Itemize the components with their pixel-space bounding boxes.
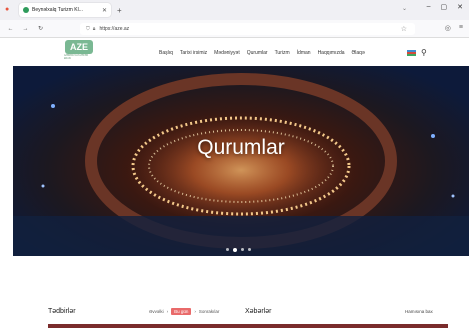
bookmark-star-icon[interactable]: ☆ xyxy=(401,25,407,33)
minimize-icon[interactable]: – xyxy=(427,3,431,11)
content-strip xyxy=(48,324,448,328)
menu-item[interactable]: Qurumlar xyxy=(247,50,268,56)
maximize-icon[interactable]: ▢ xyxy=(441,3,448,11)
events-news-section: Tədbirlər Əvvəlki › Bu gün › Sonrakılar … xyxy=(0,300,469,328)
fireworks-glow xyxy=(121,104,361,224)
browser-tab-bar: ● Beynəlxalq Turizm Kl... ✕ + ⌄ – ▢ ✕ xyxy=(0,0,469,20)
site-logo[interactable]: AZE xyxy=(65,40,93,54)
chevron-right-icon: › xyxy=(194,309,196,314)
filter-next[interactable]: Sonrakılar xyxy=(199,309,220,314)
menu-item[interactable]: İdman xyxy=(297,50,311,56)
menu-item[interactable]: Haqqımızda xyxy=(318,50,345,56)
tab-favicon-icon xyxy=(23,7,29,13)
menu-item[interactable]: Başlıq xyxy=(159,50,173,56)
all-news-link[interactable]: Hamısına bax xyxy=(405,309,433,314)
tab-close-icon[interactable]: ✕ xyxy=(102,7,107,14)
slider-dot[interactable] xyxy=(226,248,229,251)
hero-banner: Qurumlar xyxy=(13,66,469,256)
events-heading: Tədbirlər xyxy=(48,308,76,315)
tab-list-chevron-icon[interactable]: ⌄ xyxy=(402,5,407,12)
browser-tab[interactable]: Beynəlxalq Turizm Kl... ✕ xyxy=(19,3,111,17)
slider-dot-active[interactable] xyxy=(233,247,237,252)
shield-icon[interactable]: ⛉ xyxy=(86,26,90,32)
stage-light xyxy=(51,104,55,108)
stage-light xyxy=(451,194,455,198)
browser-toolbar-right: ◎ ≡ xyxy=(445,24,463,32)
menu-item[interactable]: Tarixi irsimiz xyxy=(180,50,207,56)
hero-image xyxy=(13,73,469,256)
back-arrow-icon[interactable]: ← xyxy=(6,26,15,32)
slider-dot[interactable] xyxy=(241,248,244,251)
close-window-icon[interactable]: ✕ xyxy=(457,3,463,11)
logo-subtitle: AZƏRBAYCAN ZƏFƏR ERASI xyxy=(64,55,89,60)
window-controls: – ▢ ✕ xyxy=(427,3,463,11)
language-flag-icon[interactable] xyxy=(407,50,416,56)
search-icon[interactable]: ⚲ xyxy=(421,48,427,57)
tab-title: Beynəlxalq Turizm Kl... xyxy=(32,7,83,13)
main-menu: Başlıq Tarixi irsimiz Mədəniyyət Qurumla… xyxy=(159,50,365,56)
lock-icon[interactable]: 🔒︎ xyxy=(93,26,96,32)
address-bar[interactable]: ⛉ 🔒︎ https://aze.az ☆ xyxy=(80,23,415,35)
menu-item[interactable]: Turizm xyxy=(275,50,290,56)
slider-dot[interactable] xyxy=(248,248,251,251)
stage-light xyxy=(41,184,45,188)
menu-item[interactable]: Mədəniyyət xyxy=(214,50,240,56)
slider-dots xyxy=(226,247,251,252)
browser-menu-icon[interactable]: ● xyxy=(5,6,13,14)
hero-title: Qurumlar xyxy=(197,136,285,159)
events-filter: Əvvəlki › Bu gün › Sonrakılar xyxy=(149,308,219,315)
reload-icon[interactable]: ↻ xyxy=(36,25,45,32)
new-tab-icon[interactable]: + xyxy=(117,6,122,15)
browser-nav-bar: ← → ↻ ⛉ 🔒︎ https://aze.az ☆ ◎ ≡ xyxy=(0,20,469,38)
url-text[interactable]: https://aze.az xyxy=(99,26,129,32)
filter-prev[interactable]: Əvvəlki xyxy=(149,309,164,314)
pocket-icon[interactable]: ◎ xyxy=(445,24,451,32)
chevron-right-icon: › xyxy=(166,309,169,314)
site-header: AZE AZƏRBAYCAN ZƏFƏR ERASI Başlıq Tarixi… xyxy=(0,38,469,66)
filter-current[interactable]: Bu gün xyxy=(171,308,192,315)
news-heading: Xəbərlər xyxy=(245,308,272,315)
forward-arrow-icon[interactable]: → xyxy=(21,26,30,32)
menu-item[interactable]: Əlaqə xyxy=(352,50,365,56)
app-menu-icon[interactable]: ≡ xyxy=(459,24,463,32)
